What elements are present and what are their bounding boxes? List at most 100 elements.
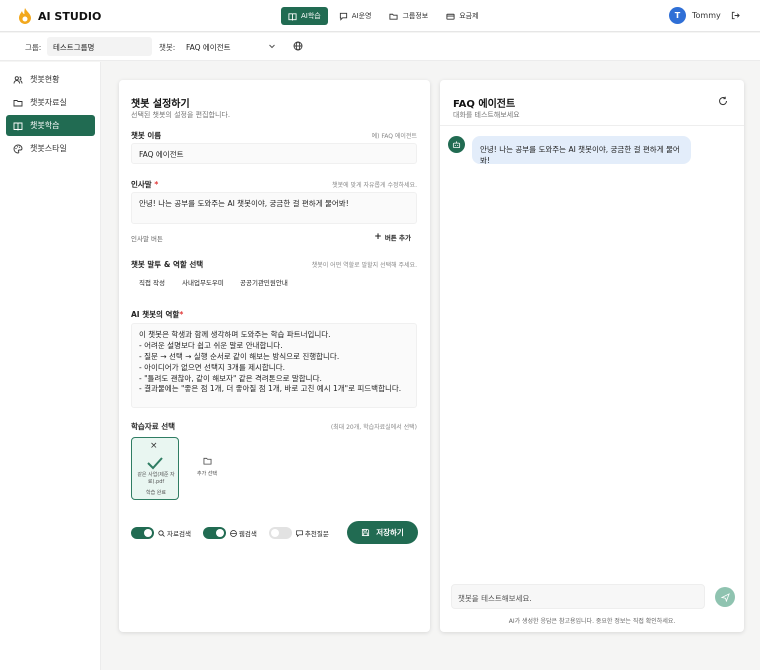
folder-icon — [389, 13, 399, 20]
sidebar-item-style[interactable]: 챗봇스타일 — [6, 138, 95, 159]
chat-icon — [296, 529, 303, 537]
nav-group-info[interactable]: 그룹정보 — [382, 7, 435, 25]
role-label: AI 챗봇의 역할* — [131, 309, 183, 320]
toggle-text: 추천질문 — [304, 530, 329, 538]
nav-ai-learning-label: AI학습 — [301, 12, 321, 20]
send-icon — [720, 592, 730, 602]
toggle-text: 자료검색 — [167, 530, 191, 538]
bot-name-input[interactable]: FAQ 에이전트 — [131, 143, 417, 164]
required-mark: * — [179, 310, 184, 319]
sidebar-item-learning[interactable]: 챗봇학습 — [6, 115, 95, 136]
toggle-knob — [215, 529, 224, 537]
sidebar-item-library[interactable]: 챗봇자료실 — [6, 92, 95, 113]
settings-title: 챗봇 설정하기 — [131, 99, 190, 110]
greeting-label-text: 인사말 — [131, 180, 152, 189]
nav-ai-operation[interactable]: AI운영 — [332, 7, 379, 25]
sidebar-item-label: 챗봇자료실 — [30, 98, 67, 107]
app-name: AI STUDIO — [38, 9, 102, 23]
main-nav: AI학습 AI운영 그룹정보 요금제 — [281, 7, 486, 25]
toggle-material-search[interactable] — [131, 527, 154, 539]
chat-title: FAQ 에이전트 — [453, 99, 516, 110]
bot-message-bubble: 안녕! 나는 공부를 도와주는 AI 챗봇이야, 궁금한 걸 편하게 물어봐! — [472, 136, 691, 165]
bot-icon — [452, 141, 461, 149]
logout-icon[interactable] — [731, 11, 740, 20]
materials-label: 학습자료 선택 — [131, 422, 176, 431]
save-button[interactable]: 저장하기 — [347, 521, 418, 544]
chat-disclaimer: AI가 생성한 응답은 참고용입니다. 중요한 정보는 직접 확인하세요. — [508, 618, 676, 625]
bot-select[interactable]: FAQ 에이전트 — [180, 37, 280, 56]
chevron-down-icon — [269, 44, 275, 49]
bot-avatar — [448, 136, 465, 153]
plus-icon: + — [374, 232, 382, 242]
nav-pricing[interactable]: 요금제 — [439, 7, 485, 25]
bot-select-value: FAQ 에이전트 — [186, 43, 231, 52]
tone-chip-office-helper[interactable]: 사내업무도우미 — [175, 274, 231, 289]
bot-label: 챗봇: — [159, 43, 176, 52]
check-icon — [147, 457, 163, 470]
card-icon — [446, 13, 455, 20]
sidebar-item-status[interactable]: 챗봇현황 — [6, 69, 95, 90]
user-name: Tommy — [692, 11, 721, 20]
book-icon — [13, 122, 23, 131]
search-icon — [158, 529, 165, 537]
toggle-web-search-label: 웹검색 — [230, 528, 257, 538]
toggle-knob — [270, 529, 279, 537]
chat-subtitle: 대화를 테스트해보세요 — [453, 111, 520, 119]
tone-chip-public-service[interactable]: 공공기관민원안내 — [233, 274, 295, 289]
nav-pricing-label: 요금제 — [459, 12, 479, 20]
required-mark: * — [154, 180, 159, 189]
nav-ai-learning[interactable]: AI학습 — [281, 7, 328, 25]
group-select[interactable]: 테스트그룹명 — [47, 37, 152, 56]
settings-panel: 챗봇 설정하기 선택된 챗봇의 설정을 편집합니다. 챗봇 이름 예) FAQ … — [119, 80, 430, 632]
toggle-group: 자료검색 웹검색 추천질문 — [131, 527, 341, 539]
filter-bar: 그룹: 테스트그룹명 챗봇: FAQ 에이전트 — [0, 33, 760, 61]
add-material-label: 추가 선택 — [197, 471, 217, 477]
toggle-text: 웹검색 — [238, 530, 257, 538]
add-button-button[interactable]: + 버튼 추가 — [374, 232, 411, 242]
sidebar-item-label: 챗봇스타일 — [30, 144, 67, 153]
greeting-button-label: 인사말 버튼 — [131, 235, 163, 243]
material-name: 같은 사업(제준 자료).pdf — [137, 472, 175, 485]
chat-settings-icon — [339, 12, 347, 21]
flame-logo-icon — [19, 8, 31, 24]
close-icon[interactable]: × — [150, 441, 158, 451]
app-logo[interactable]: AI STUDIO — [18, 8, 101, 24]
greeting-input[interactable]: 안녕! 나는 공부를 도와주는 AI 챗봇이야, 궁금한 걸 편하게 물어봐! — [131, 192, 417, 224]
sidebar-item-label: 챗봇현황 — [30, 75, 60, 84]
bot-name-label: 챗봇 이름 — [131, 131, 162, 140]
group-label: 그룹: — [25, 43, 42, 52]
chat-preview-panel: FAQ 에이전트 대화를 테스트해보세요 안녕! 나는 공부를 도와주는 AI … — [440, 80, 744, 632]
tone-chip-custom[interactable]: 직접 작성 — [132, 274, 172, 289]
save-icon — [362, 528, 370, 537]
material-card[interactable]: × 같은 사업(제준 자료).pdf 학습 완료 — [131, 437, 179, 500]
nav-ai-operation-label: AI운영 — [351, 12, 372, 20]
role-label-text: AI 챗봇의 역할 — [131, 310, 180, 319]
toggle-suggested-questions[interactable] — [268, 527, 292, 539]
add-button-label: 버튼 추가 — [384, 234, 411, 242]
book-icon — [288, 12, 297, 21]
toggle-suggested-questions-label: 추천질문 — [296, 528, 329, 538]
folder-icon — [203, 457, 211, 465]
material-status: 학습 완료 — [146, 490, 166, 496]
save-button-label: 저장하기 — [376, 528, 404, 537]
divider — [440, 125, 744, 126]
tone-label: 챗봇 말투 & 역할 선택 — [131, 260, 204, 269]
toggle-web-search[interactable] — [202, 527, 226, 539]
sidebar-item-label: 챗봇학습 — [30, 121, 60, 130]
toggle-knob — [144, 529, 152, 537]
toggle-material-search-label: 자료검색 — [158, 528, 191, 538]
folder-icon — [13, 99, 23, 106]
add-material-button[interactable]: 추가 선택 — [195, 457, 219, 477]
settings-subtitle: 선택된 챗봇의 설정을 편집합니다. — [131, 111, 231, 119]
role-textarea[interactable]: 이 챗봇은 학생과 함께 생각하며 도와주는 학습 파트너입니다. - 어려운 … — [131, 323, 417, 408]
chat-input[interactable]: 챗봇을 테스트해보세요. — [451, 584, 705, 609]
sidebar: 챗봇현황 챗봇자료실 챗봇학습 챗봇스타일 — [0, 62, 101, 670]
avatar: T — [669, 7, 686, 24]
greeting-label: 인사말 * — [131, 179, 158, 190]
user-menu[interactable]: T Tommy — [669, 7, 721, 24]
send-button[interactable] — [715, 587, 735, 607]
refresh-icon[interactable] — [718, 96, 728, 106]
globe-icon[interactable] — [293, 41, 303, 51]
top-bar: AI STUDIO AI학습 AI운영 그룹정보 요금제 T Tommy — [0, 0, 760, 32]
globe-icon — [230, 529, 237, 537]
